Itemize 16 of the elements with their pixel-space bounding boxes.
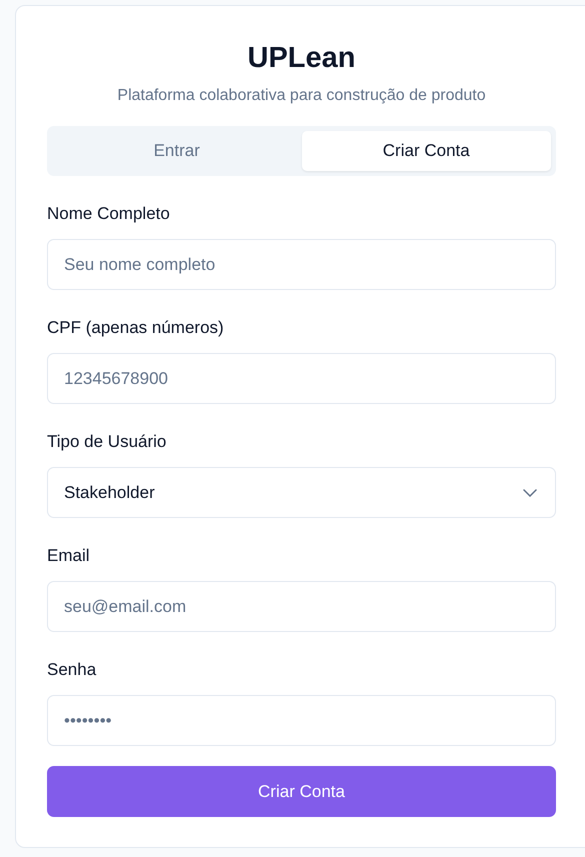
input-field[interactable]: •••••••• bbox=[47, 695, 556, 746]
input-field[interactable]: Seu nome completo bbox=[47, 239, 556, 290]
field-label: Email bbox=[47, 545, 91, 567]
subtitle: Plataforma colaborativa para construção de produto bbox=[116, 86, 487, 106]
input-field[interactable]: seu@email.com bbox=[47, 581, 556, 632]
app-title: UPLean bbox=[246, 41, 356, 76]
user-type-select[interactable]: Stakeholder bbox=[47, 467, 556, 518]
field-label: Nome Completo bbox=[47, 203, 171, 225]
chevron-down-icon bbox=[523, 488, 537, 496]
tab[interactable]: Entrar bbox=[52, 131, 302, 171]
tab[interactable]: Criar Conta bbox=[302, 131, 551, 171]
field-label: Senha bbox=[47, 659, 98, 681]
submit-button[interactable]: Criar Conta bbox=[47, 766, 556, 817]
input-field[interactable]: 12345678900 bbox=[47, 353, 556, 404]
field-label: CPF (apenas números) bbox=[47, 317, 225, 339]
field-label: Tipo de Usuário bbox=[47, 431, 168, 453]
